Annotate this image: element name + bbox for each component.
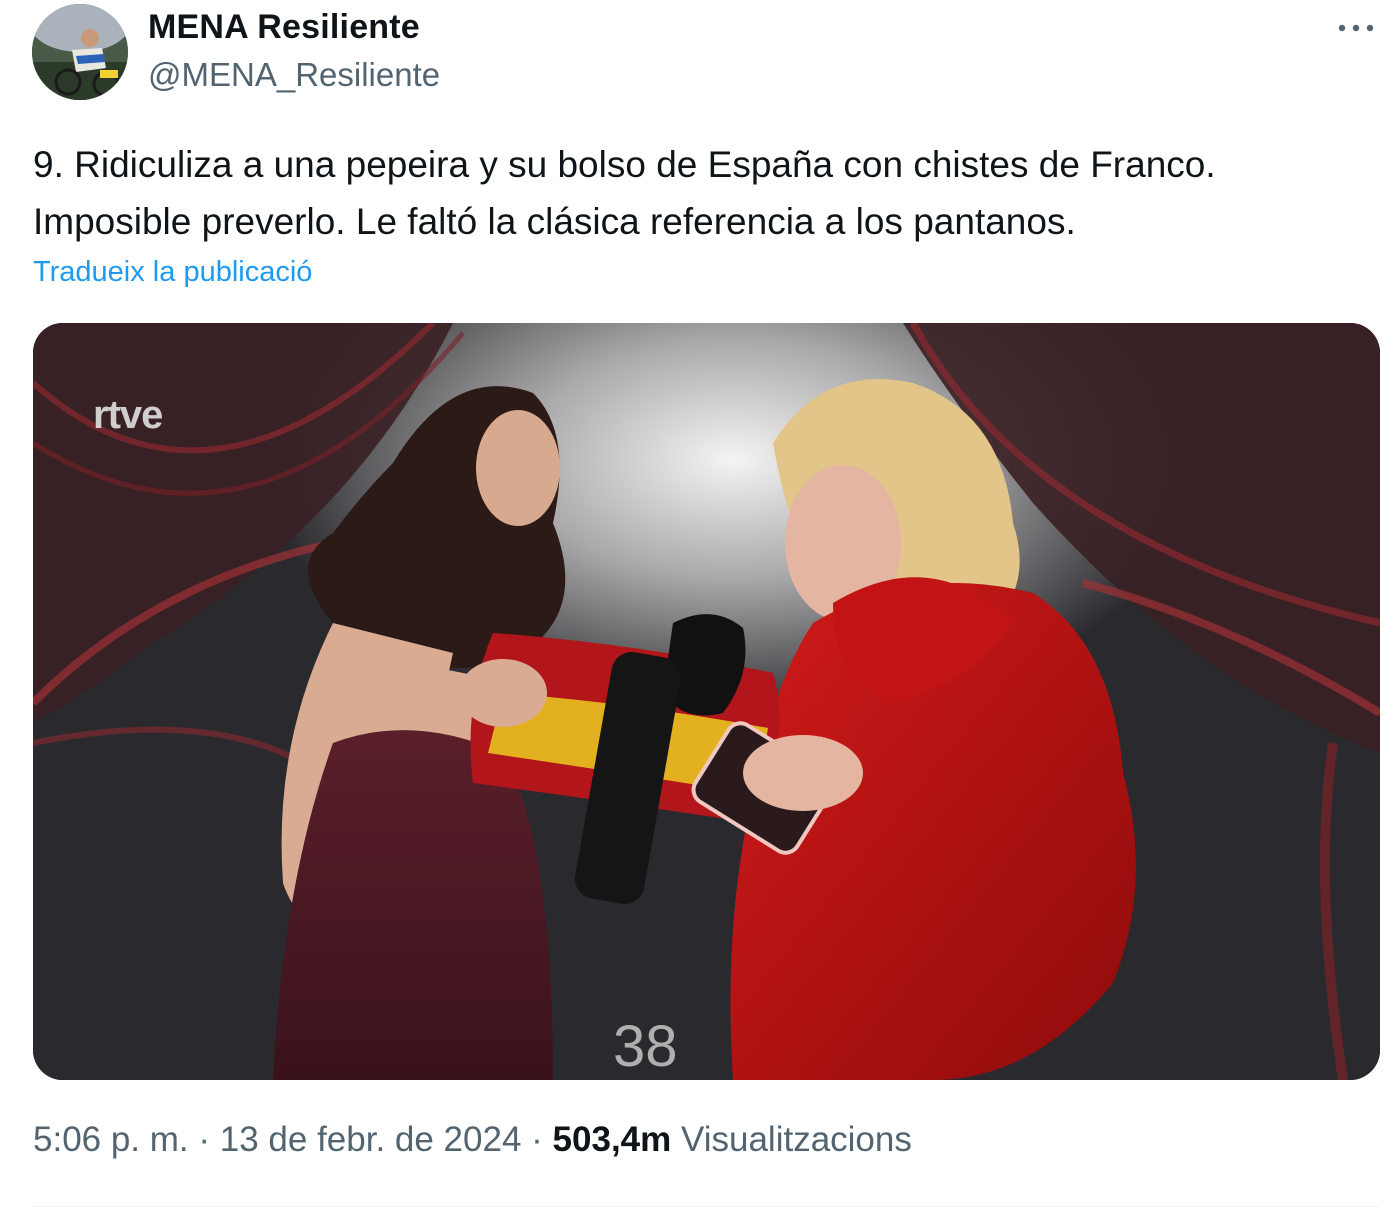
avatar-image <box>32 4 128 100</box>
author-handle[interactable]: @MENA_Resiliente <box>148 56 440 94</box>
views-label: Visualitzacions <box>681 1120 912 1159</box>
more-horizontal-icon <box>1338 24 1374 32</box>
tweet-date[interactable]: 13 de febr. de 2024 <box>220 1120 522 1159</box>
tweet-card: MENA Resiliente @MENA_Resiliente 9. Ridi… <box>0 0 1400 1228</box>
more-options-button[interactable] <box>1330 10 1382 46</box>
tweet-media-image[interactable]: rtve 38 <box>33 323 1380 1080</box>
avatar[interactable] <box>32 4 128 100</box>
event-counter-text: 38 <box>613 1014 678 1079</box>
rtve-watermark: rtve <box>93 393 163 437</box>
author-name[interactable]: MENA Resiliente <box>148 8 420 47</box>
tweet-text: 9. Ridiculiza a una pepeira y su bolso d… <box>33 136 1373 250</box>
tweet-time[interactable]: 5:06 p. m. <box>33 1120 189 1159</box>
media-photo <box>33 323 1380 1080</box>
translate-post-link[interactable]: Tradueix la publicació <box>33 256 312 289</box>
views-count: 503,4m <box>552 1120 672 1159</box>
meta-separator: · <box>531 1120 543 1159</box>
tweet-meta: 5:06 p. m. · 13 de febr. de 2024 · 503,4… <box>33 1120 912 1160</box>
tweet-text-line: Imposible preverlo. Le faltó la clásica … <box>33 201 1076 242</box>
divider <box>33 1206 1380 1207</box>
meta-separator: · <box>198 1120 211 1159</box>
tweet-text-line: 9. Ridiculiza a una pepeira y su bolso d… <box>33 144 1216 185</box>
